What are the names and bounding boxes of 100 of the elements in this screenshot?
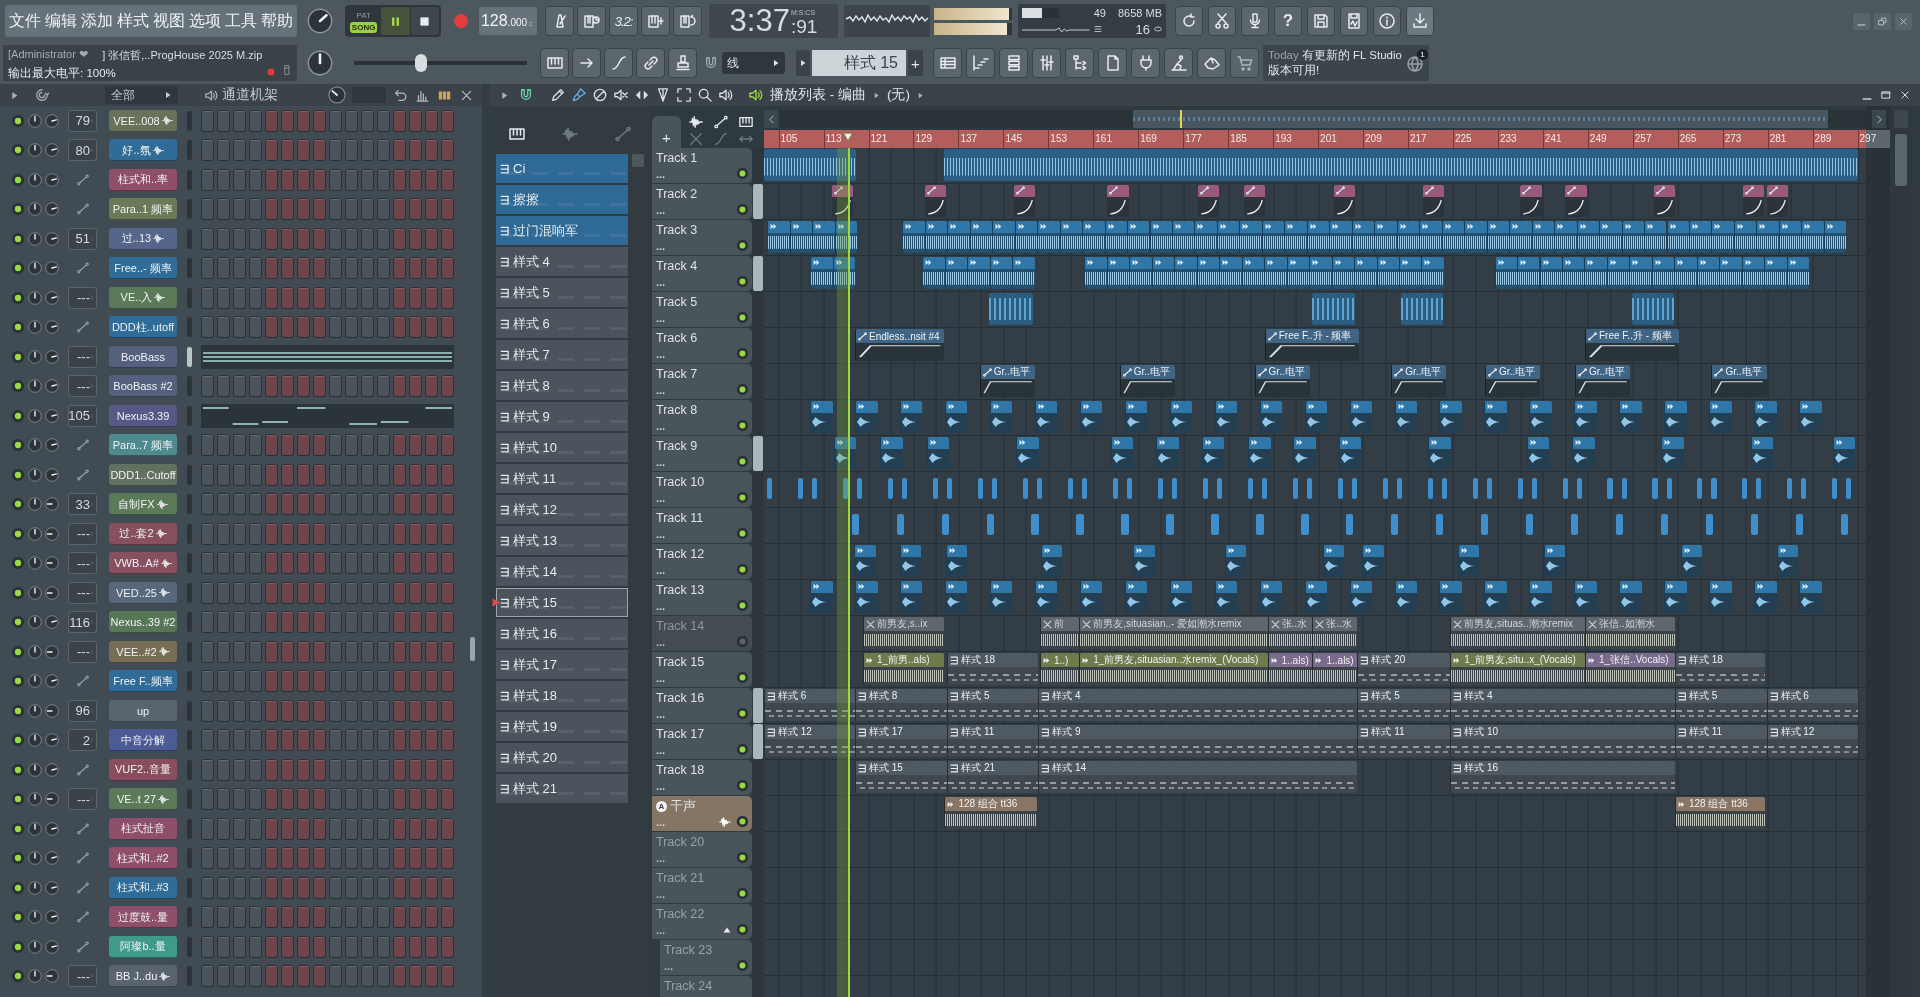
pan-knob[interactable] — [28, 497, 42, 512]
audio-clip[interactable] — [1486, 221, 1510, 253]
volume-knob[interactable] — [45, 880, 59, 895]
pan-knob[interactable] — [28, 556, 42, 571]
channel-button[interactable]: Nexus3.39 — [109, 404, 177, 427]
audio-clip[interactable] — [1526, 514, 1534, 535]
channel-button[interactable]: VED..25 — [109, 581, 177, 604]
pan-knob[interactable] — [28, 733, 42, 748]
volume-knob[interactable] — [45, 113, 59, 128]
audio-clip[interactable] — [810, 581, 833, 613]
pan-knob[interactable] — [28, 792, 42, 807]
audio-clip[interactable] — [1149, 221, 1172, 253]
audio-clip[interactable] — [812, 221, 835, 253]
channel-switch[interactable] — [11, 438, 25, 453]
track-header[interactable]: Track 3 ... — [652, 220, 752, 255]
track-header[interactable]: Track 17 ... — [652, 724, 752, 759]
audio-clip[interactable] — [1247, 478, 1253, 499]
audio-clip[interactable] — [926, 437, 950, 469]
volume-knob[interactable] — [45, 349, 59, 364]
channel-switch[interactable] — [11, 615, 25, 630]
automation-clip[interactable] — [1520, 185, 1542, 217]
mixer-track-field[interactable]: 116 — [68, 611, 97, 634]
channel-switch[interactable] — [11, 202, 25, 217]
audio-clip[interactable] — [989, 257, 1013, 289]
pan-knob[interactable] — [28, 379, 42, 394]
audio-clip[interactable] — [1799, 401, 1822, 433]
audio-clip[interactable] — [1068, 478, 1074, 499]
track-header[interactable]: A 干声 ... — [652, 796, 752, 831]
audio-clip[interactable]: 128 组合 tt36 — [944, 797, 1038, 829]
channel-button[interactable]: up — [109, 699, 177, 722]
channel-switch[interactable] — [11, 231, 25, 246]
channel-button[interactable]: VE..t 27 — [109, 788, 177, 811]
channel-switch[interactable] — [11, 910, 25, 925]
audio-clip[interactable] — [1376, 257, 1399, 289]
track-header[interactable]: Track 12 ... — [652, 544, 752, 579]
track-switch[interactable] — [736, 167, 749, 180]
pattern-item[interactable]: 样式 6 — [496, 309, 628, 338]
audio-clip[interactable] — [1219, 257, 1242, 289]
pan-knob[interactable] — [28, 261, 42, 276]
audio-clip[interactable] — [1224, 545, 1247, 577]
channel-button[interactable]: Para..1 频率 — [109, 198, 177, 221]
volume-knob[interactable] — [45, 821, 59, 836]
audio-clip[interactable] — [1750, 437, 1774, 469]
audio-clip[interactable] — [810, 401, 833, 433]
automation-clip[interactable]: Gr..电平 — [979, 365, 1035, 397]
mixer-track-field[interactable]: 51 — [68, 227, 97, 250]
keyboard-button[interactable] — [540, 48, 569, 78]
audio-clip[interactable] — [1309, 257, 1332, 289]
pattern-clip[interactable]: 样式 4 — [1038, 689, 1358, 721]
audio-clip[interactable] — [1216, 478, 1222, 499]
track-header[interactable]: Track 2 ... — [652, 184, 752, 219]
channel-switch[interactable] — [11, 762, 25, 777]
timeline-ruler[interactable]: 105 113 121 129 137 145 153 161 169 177 185 193 201 209 217 225 233 241 249 257 265 273 281 289 297 — [764, 130, 1890, 148]
audio-clip[interactable] — [896, 514, 904, 535]
audio-clip[interactable] — [1292, 478, 1298, 499]
track-header[interactable]: Track 13 ... — [652, 580, 752, 615]
volume-knob[interactable] — [45, 910, 59, 925]
pattern-item[interactable]: 擦擦 — [496, 185, 628, 214]
channel-switch[interactable] — [11, 467, 25, 482]
audio-clip[interactable] — [1239, 221, 1262, 253]
pattern-clip[interactable]: 样式 9 — [1038, 725, 1358, 757]
pattern-clip[interactable]: 样式 5 — [947, 689, 1039, 721]
channel-button[interactable]: 柱式和..率 — [109, 168, 177, 191]
volume-knob[interactable] — [45, 172, 59, 187]
audio-clip[interactable] — [880, 437, 903, 469]
volume-knob[interactable] — [45, 467, 59, 482]
audio-clip[interactable] — [902, 478, 908, 499]
track-switch[interactable] — [736, 419, 749, 432]
audio-clip[interactable] — [1776, 545, 1798, 577]
automation-clip[interactable] — [1107, 185, 1129, 217]
audio-clip[interactable]: 前男友,situas..潮水remix — [1450, 617, 1585, 649]
audio-clip[interactable] — [978, 478, 984, 499]
audio-clip[interactable] — [1574, 401, 1597, 433]
audio-clip[interactable] — [1394, 401, 1417, 433]
audio-clip[interactable] — [1778, 221, 1802, 253]
audio-clip[interactable] — [1666, 221, 1689, 253]
audio-clip[interactable] — [767, 221, 790, 253]
audio-clip[interactable] — [1711, 221, 1734, 253]
track-switch[interactable] — [736, 311, 749, 324]
audio-clip[interactable] — [1664, 401, 1687, 433]
audio-clip[interactable] — [810, 257, 833, 289]
audio-clip[interactable]: 张..水 — [1267, 617, 1313, 649]
mixer-track-field[interactable]: --- — [68, 965, 97, 988]
speaker-muted-tool-button[interactable] — [613, 87, 629, 103]
audio-clip[interactable] — [1211, 514, 1219, 535]
audio-clip[interactable] — [1202, 478, 1208, 499]
channel-button[interactable]: DDD1..Cutoff — [109, 463, 177, 486]
pattern-clip[interactable]: 样式 12 — [1766, 725, 1858, 757]
audio-clip[interactable] — [1576, 221, 1600, 253]
playlist-button[interactable] — [933, 48, 962, 78]
playhead-line[interactable] — [848, 148, 851, 997]
audio-clip[interactable] — [1509, 221, 1532, 253]
audio-clip[interactable] — [1562, 478, 1568, 499]
automation-clip[interactable] — [924, 185, 947, 217]
audio-clip[interactable] — [1037, 478, 1043, 499]
volume-knob[interactable] — [45, 703, 59, 718]
track-header[interactable]: Track 5 ... — [652, 292, 752, 327]
track-switch[interactable] — [736, 347, 749, 360]
audio-clip[interactable] — [1801, 221, 1824, 253]
speaker-tool-button[interactable] — [718, 87, 734, 103]
